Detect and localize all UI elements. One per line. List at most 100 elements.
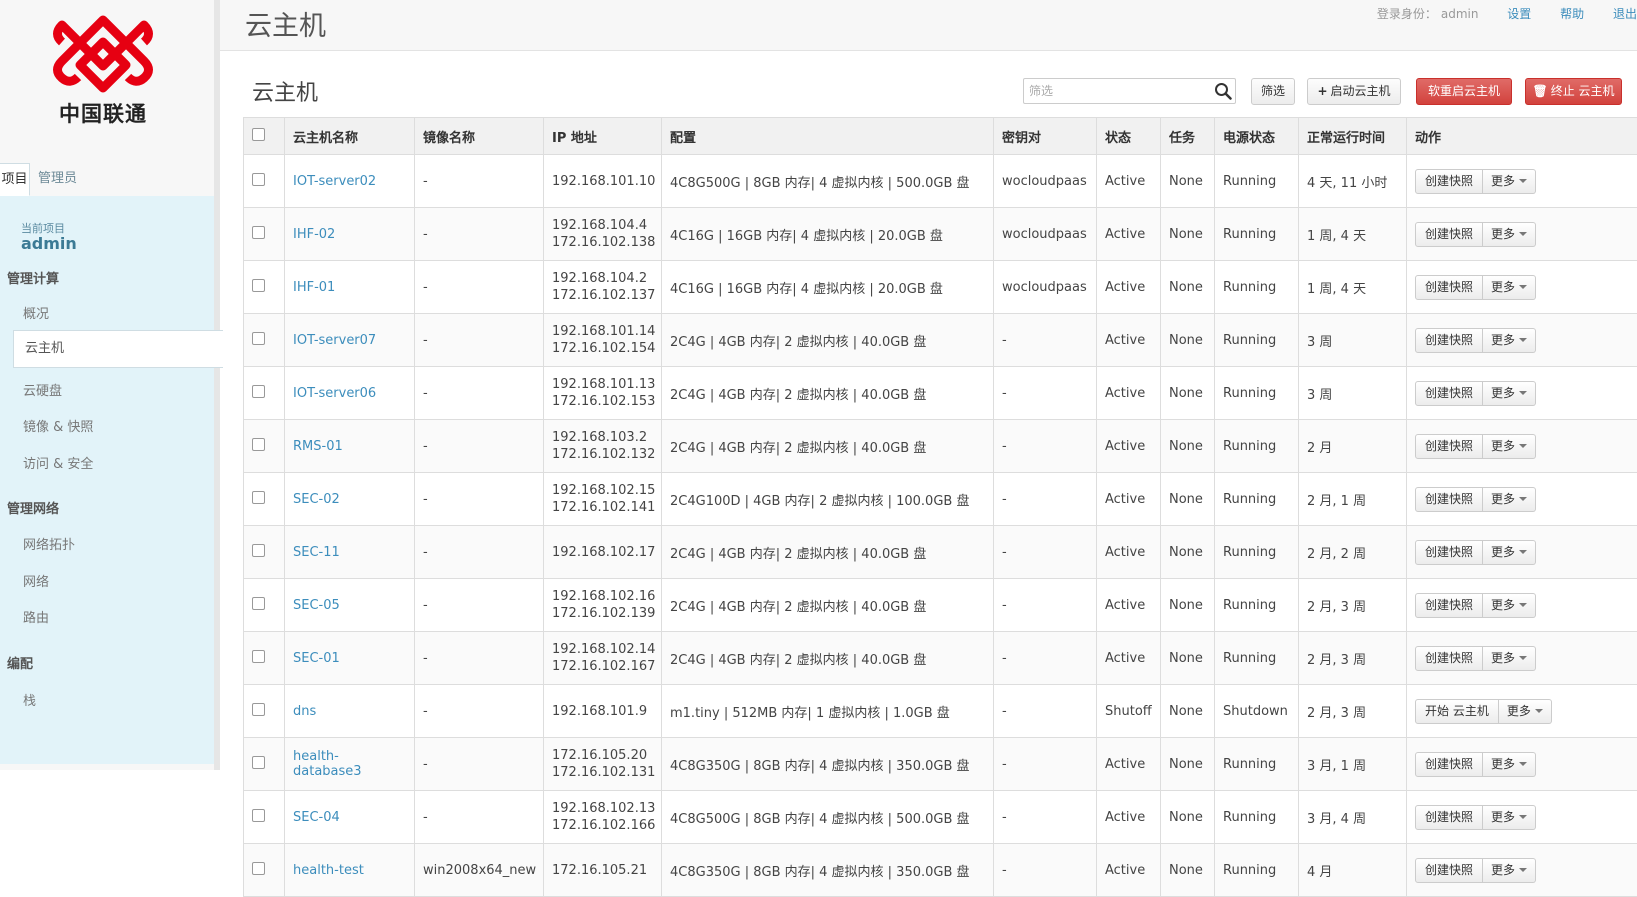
sidebar-item-stacks[interactable]: 栈 [23, 690, 36, 709]
row-action-button[interactable]: 创建快照 [1415, 487, 1483, 512]
row-action-button[interactable]: 创建快照 [1415, 752, 1483, 777]
instance-name-link[interactable]: dns [285, 685, 415, 738]
uptime: 2 月, 3 周 [1299, 685, 1407, 738]
login-label: 登录身份：admin [1377, 7, 1479, 21]
image-name: - [415, 261, 544, 314]
instance-name-link[interactable]: SEC-02 [285, 473, 415, 526]
row-action-button[interactable]: 创建快照 [1415, 805, 1483, 830]
row-checkbox[interactable] [252, 385, 265, 398]
row-checkbox[interactable] [252, 491, 265, 504]
col-power[interactable]: 电源状态 [1215, 118, 1299, 155]
image-name: - [415, 155, 544, 208]
filter-button[interactable]: 筛选 [1251, 78, 1295, 105]
tab-admin[interactable]: 管理员 [38, 163, 77, 196]
more-dropdown-button[interactable]: 更多 [1499, 699, 1552, 724]
uptime: 4 天, 11 小时 [1299, 155, 1407, 208]
row-action-button[interactable]: 开始 云主机 [1415, 699, 1499, 724]
instance-name-link[interactable]: SEC-11 [285, 526, 415, 579]
soft-reboot-button[interactable]: 软重启云主机 [1416, 78, 1512, 105]
more-dropdown-button[interactable]: 更多 [1483, 646, 1536, 671]
launch-instance-button[interactable]: +启动云主机 [1307, 78, 1401, 105]
ip-line: 172.16.102.141 [552, 499, 653, 516]
col-flavor[interactable]: 配置 [662, 118, 994, 155]
sidebar-item-routers[interactable]: 路由 [23, 607, 49, 626]
sidebar-item-networks[interactable]: 网络 [23, 571, 49, 590]
task: None [1161, 685, 1215, 738]
col-uptime[interactable]: 正常运行时间 [1299, 118, 1407, 155]
actions-cell: 创建快照 更多 [1407, 738, 1637, 791]
more-dropdown-button[interactable]: 更多 [1483, 593, 1536, 618]
settings-link[interactable]: 设置 [1507, 7, 1531, 21]
row-checkbox[interactable] [252, 173, 265, 186]
col-task[interactable]: 任务 [1161, 118, 1215, 155]
row-action-button[interactable]: 创建快照 [1415, 169, 1483, 194]
more-dropdown-button[interactable]: 更多 [1483, 858, 1536, 883]
more-dropdown-button[interactable]: 更多 [1483, 434, 1536, 459]
row-checkbox[interactable] [252, 226, 265, 239]
instance-name-link[interactable]: IHF-01 [285, 261, 415, 314]
row-action-button[interactable]: 创建快照 [1415, 540, 1483, 565]
row-action-button[interactable]: 创建快照 [1415, 858, 1483, 883]
search-icon[interactable] [1214, 82, 1232, 100]
sidebar-item-network-topology[interactable]: 网络拓扑 [23, 534, 75, 553]
row-action-button[interactable]: 创建快照 [1415, 381, 1483, 406]
sidebar-item-volumes[interactable]: 云硬盘 [23, 380, 62, 399]
instance-name-link[interactable]: IOT-server02 [285, 155, 415, 208]
row-checkbox[interactable] [252, 438, 265, 451]
more-dropdown-button[interactable]: 更多 [1483, 328, 1536, 353]
col-image[interactable]: 镜像名称 [415, 118, 544, 155]
instance-name-link[interactable]: IOT-server07 [285, 314, 415, 367]
col-keypair[interactable]: 密钥对 [994, 118, 1097, 155]
more-dropdown-button[interactable]: 更多 [1483, 487, 1536, 512]
row-checkbox[interactable] [252, 756, 265, 769]
more-dropdown-button[interactable]: 更多 [1483, 275, 1536, 300]
select-all-checkbox[interactable] [252, 128, 265, 141]
terminate-instances-button[interactable]: 🗑终止 云主机 [1525, 78, 1622, 105]
row-checkbox[interactable] [252, 862, 265, 875]
row-checkbox[interactable] [252, 544, 265, 557]
instance-name-link[interactable]: SEC-01 [285, 632, 415, 685]
row-checkbox[interactable] [252, 703, 265, 716]
row-action-button[interactable]: 创建快照 [1415, 222, 1483, 247]
help-link[interactable]: 帮助 [1560, 7, 1584, 21]
col-status[interactable]: 状态 [1097, 118, 1161, 155]
current-project-selector[interactable]: admin [21, 234, 77, 253]
row-checkbox[interactable] [252, 597, 265, 610]
sidebar-item-images[interactable]: 镜像 & 快照 [23, 416, 93, 435]
instance-name-link[interactable]: IOT-server06 [285, 367, 415, 420]
row-action-button[interactable]: 创建快照 [1415, 593, 1483, 618]
sidebar-item-overview[interactable]: 概况 [23, 303, 49, 322]
more-dropdown-button[interactable]: 更多 [1483, 540, 1536, 565]
more-dropdown-button[interactable]: 更多 [1483, 169, 1536, 194]
row-action-button[interactable]: 创建快照 [1415, 646, 1483, 671]
sidebar-item-access-security[interactable]: 访问 & 安全 [23, 453, 93, 472]
row-action-button[interactable]: 创建快照 [1415, 328, 1483, 353]
more-dropdown-button[interactable]: 更多 [1483, 381, 1536, 406]
instance-name-link[interactable]: SEC-04 [285, 791, 415, 844]
actions-cell: 创建快照 更多 [1407, 314, 1637, 367]
instance-name-link[interactable]: IHF-02 [285, 208, 415, 261]
col-name[interactable]: 云主机名称 [285, 118, 415, 155]
top-header: 云主机 登录身份：admin 设置 帮助 退出 [220, 0, 1637, 51]
brand-logo[interactable]: 中国联通 [0, 0, 210, 150]
tab-project[interactable]: 项目 [0, 163, 30, 196]
row-action-button[interactable]: 创建快照 [1415, 434, 1483, 459]
ip-line: 192.168.102.16 [552, 588, 653, 605]
instance-name-link[interactable]: health-database3 [285, 738, 415, 791]
instance-name-link[interactable]: RMS-01 [285, 420, 415, 473]
more-dropdown-button[interactable]: 更多 [1483, 805, 1536, 830]
more-dropdown-button[interactable]: 更多 [1483, 752, 1536, 777]
row-checkbox[interactable] [252, 650, 265, 663]
image-name: - [415, 738, 544, 791]
row-checkbox[interactable] [252, 809, 265, 822]
row-checkbox[interactable] [252, 332, 265, 345]
instance-name-link[interactable]: health-test [285, 844, 415, 897]
instance-name-link[interactable]: SEC-05 [285, 579, 415, 632]
row-action-button[interactable]: 创建快照 [1415, 275, 1483, 300]
filter-input[interactable] [1024, 79, 1214, 103]
col-ip[interactable]: IP 地址 [544, 118, 662, 155]
sidebar-item-instances[interactable]: 云主机 [13, 330, 223, 368]
row-checkbox[interactable] [252, 279, 265, 292]
more-dropdown-button[interactable]: 更多 [1483, 222, 1536, 247]
logout-link[interactable]: 退出 [1613, 7, 1637, 21]
